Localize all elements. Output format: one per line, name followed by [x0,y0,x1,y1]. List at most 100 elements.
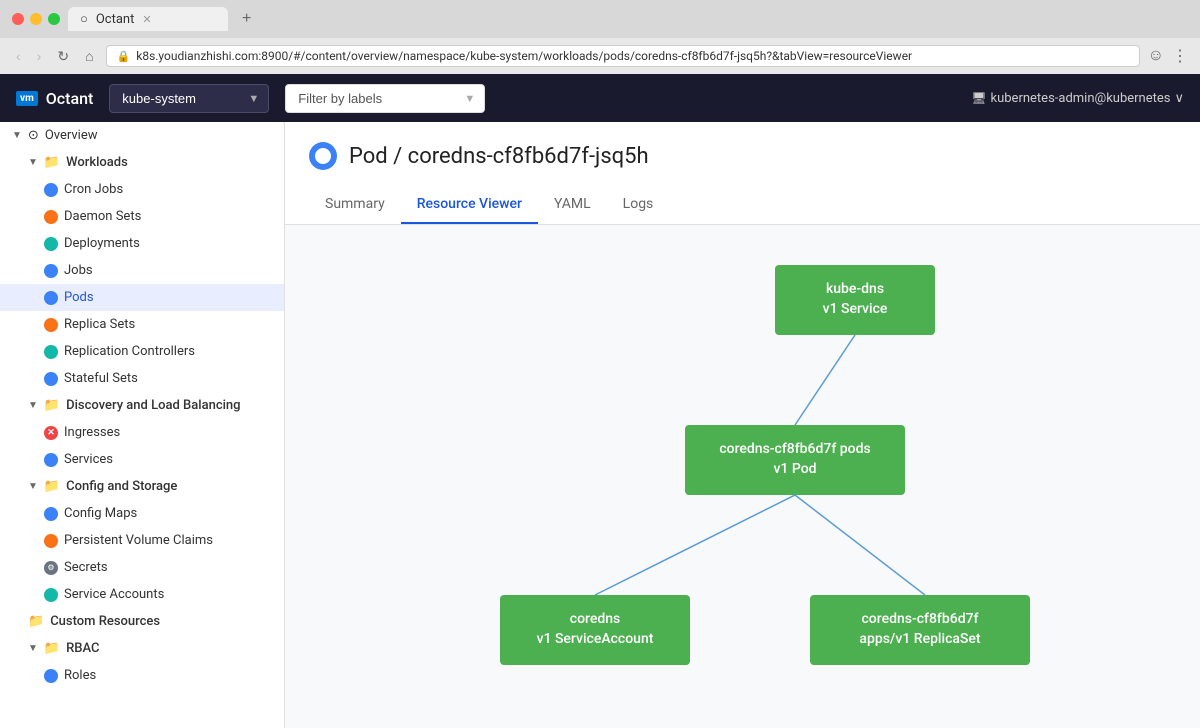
sidebar-replicasets-label: Replica Sets [64,317,135,332]
customresources-folder-icon: 📁 [28,614,44,629]
maximize-dot[interactable] [48,13,60,25]
window-controls [12,13,60,25]
sidebar-item-jobs[interactable]: Jobs [0,257,284,284]
rbac-chevron-icon [28,643,38,654]
secrets-icon: ⚙ [44,561,58,575]
sidebar-services-label: Services [64,452,113,467]
lock-icon: 🔒 [117,50,131,63]
sidebar-cronjobs-label: Cron Jobs [64,182,123,197]
url-bar[interactable]: 🔒 k8s.youdianzhishi.com:8900/#/content/o… [106,45,1140,67]
sidebar-item-serviceaccounts[interactable]: Service Accounts [0,581,284,608]
sidebar-roles-label: Roles [64,668,96,683]
filter-select[interactable]: Filter by labels [285,84,485,113]
tab-close-icon[interactable]: ✕ [142,13,151,26]
node-coredns-sa[interactable]: corednsv1 ServiceAccount [500,595,690,665]
graph-container: kube-dnsv1 Service coredns-cf8fb6d7f pod… [305,245,1180,725]
sidebar-item-secrets[interactable]: ⚙ Secrets [0,554,284,581]
back-button[interactable]: ‹ [12,46,25,66]
username: kubernetes-admin@kubernetes [991,91,1171,106]
sidebar-section-workloads[interactable]: 📁 Workloads [0,149,284,176]
menu-button[interactable]: ⋮ [1172,46,1188,66]
sidebar-replicationcontrollers-label: Replication Controllers [64,344,195,359]
replicasets-icon [44,318,58,332]
minimize-dot[interactable] [30,13,42,25]
label-filter[interactable]: Filter by labels ▼ [285,84,485,113]
sidebar-item-ingresses[interactable]: ✕ Ingresses [0,419,284,446]
app: vm Octant kube-system ▼ Filter by labels… [0,74,1200,728]
sidebar-item-overview[interactable]: ⊙ Overview [0,122,284,149]
roles-icon [44,669,58,683]
forward-button[interactable]: › [33,46,46,66]
sidebar-item-cronjobs[interactable]: Cron Jobs [0,176,284,203]
sidebar-pvc-label: Persistent Volume Claims [64,533,213,548]
resource-viewer: kube-dnsv1 Service coredns-cf8fb6d7f pod… [285,225,1200,728]
workloads-folder-icon: 📁 [44,155,60,170]
tab-logs[interactable]: Logs [607,186,670,224]
content-header: Pod / coredns-cf8fb6d7f-jsq5h Summary Re… [285,122,1200,225]
sidebar-workloads-label: Workloads [66,155,128,170]
page-title: Pod / coredns-cf8fb6d7f-jsq5h [349,144,649,169]
user-chevron-icon: ∨ [1174,91,1184,106]
sidebar-item-services[interactable]: Services [0,446,284,473]
refresh-button[interactable]: ↻ [53,46,73,67]
sidebar-item-daemonsets[interactable]: Daemon Sets [0,203,284,230]
pod-resource-icon [309,142,337,170]
sidebar-section-config[interactable]: 📁 Config and Storage [0,473,284,500]
sidebar-item-configmaps[interactable]: Config Maps [0,500,284,527]
tab-favicon: ○ [80,11,88,27]
brand: vm Octant [16,89,93,108]
ingresses-icon: ✕ [44,426,58,440]
overview-icon: ⊙ [28,128,39,143]
sidebar-pods-label: Pods [64,290,94,305]
browser-tab[interactable]: ○ Octant ✕ [68,7,228,31]
sidebar-section-customresources[interactable]: 📁 Custom Resources [0,608,284,635]
sidebar-item-pvc[interactable]: Persistent Volume Claims [0,527,284,554]
sidebar-jobs-label: Jobs [64,263,93,278]
sidebar-config-label: Config and Storage [66,479,177,494]
cronjobs-icon [44,183,58,197]
tab-summary[interactable]: Summary [309,186,401,224]
node-coredns-pod[interactable]: coredns-cf8fb6d7f podsv1 Pod [685,425,905,495]
sidebar-section-rbac[interactable]: 📁 RBAC [0,635,284,662]
tabs: Summary Resource Viewer YAML Logs [309,186,1176,224]
sidebar-item-roles[interactable]: Roles [0,662,284,689]
jobs-icon [44,264,58,278]
app-name: Octant [46,89,94,108]
new-tab-button[interactable]: + [236,10,257,28]
main-content: Pod / coredns-cf8fb6d7f-jsq5h Summary Re… [285,122,1200,728]
sidebar-daemonsets-label: Daemon Sets [64,209,141,224]
sidebar-section-discovery[interactable]: 📁 Discovery and Load Balancing [0,392,284,419]
sidebar-item-replicationcontrollers[interactable]: Replication Controllers [0,338,284,365]
configmaps-icon [44,507,58,521]
sidebar-item-deployments[interactable]: Deployments [0,230,284,257]
discovery-chevron-icon [28,400,38,411]
sidebar-item-overview-label: Overview [45,128,98,143]
sidebar-configmaps-label: Config Maps [64,506,137,521]
sidebar-item-statefulsets[interactable]: Stateful Sets [0,365,284,392]
namespace-selector[interactable]: kube-system ▼ [109,84,269,113]
home-button[interactable]: ⌂ [81,46,97,66]
extensions-button[interactable]: ☺ [1148,47,1164,65]
sidebar-customresources-label: Custom Resources [50,614,160,629]
titlebar: ○ Octant ✕ + [0,0,1200,38]
sidebar-item-pods[interactable]: Pods [0,284,284,311]
replicationcontrollers-icon [44,345,58,359]
namespace-select[interactable]: kube-system [109,84,269,113]
services-icon [44,453,58,467]
sidebar-statefulsets-label: Stateful Sets [64,371,138,386]
node-kube-dns[interactable]: kube-dnsv1 Service [775,265,935,335]
sidebar-item-replicasets[interactable]: Replica Sets [0,311,284,338]
addressbar: ‹ › ↻ ⌂ 🔒 k8s.youdianzhishi.com:8900/#/c… [0,38,1200,74]
overview-chevron-icon [12,130,22,141]
discovery-folder-icon: 📁 [44,398,60,413]
main-layout: ⊙ Overview 📁 Workloads Cron Jobs Daemon … [0,122,1200,728]
user-menu[interactable]: 🖥 kubernetes-admin@kubernetes ∨ [971,91,1184,106]
close-dot[interactable] [12,13,24,25]
daemonsets-icon [44,210,58,224]
sidebar-serviceaccounts-label: Service Accounts [64,587,164,602]
page-title-row: Pod / coredns-cf8fb6d7f-jsq5h [309,142,1176,170]
url-text: k8s.youdianzhishi.com:8900/#/content/ove… [136,49,912,63]
tab-resource-viewer[interactable]: Resource Viewer [401,186,538,224]
node-coredns-rs[interactable]: coredns-cf8fb6d7fapps/v1 ReplicaSet [810,595,1030,665]
tab-yaml[interactable]: YAML [538,186,607,224]
